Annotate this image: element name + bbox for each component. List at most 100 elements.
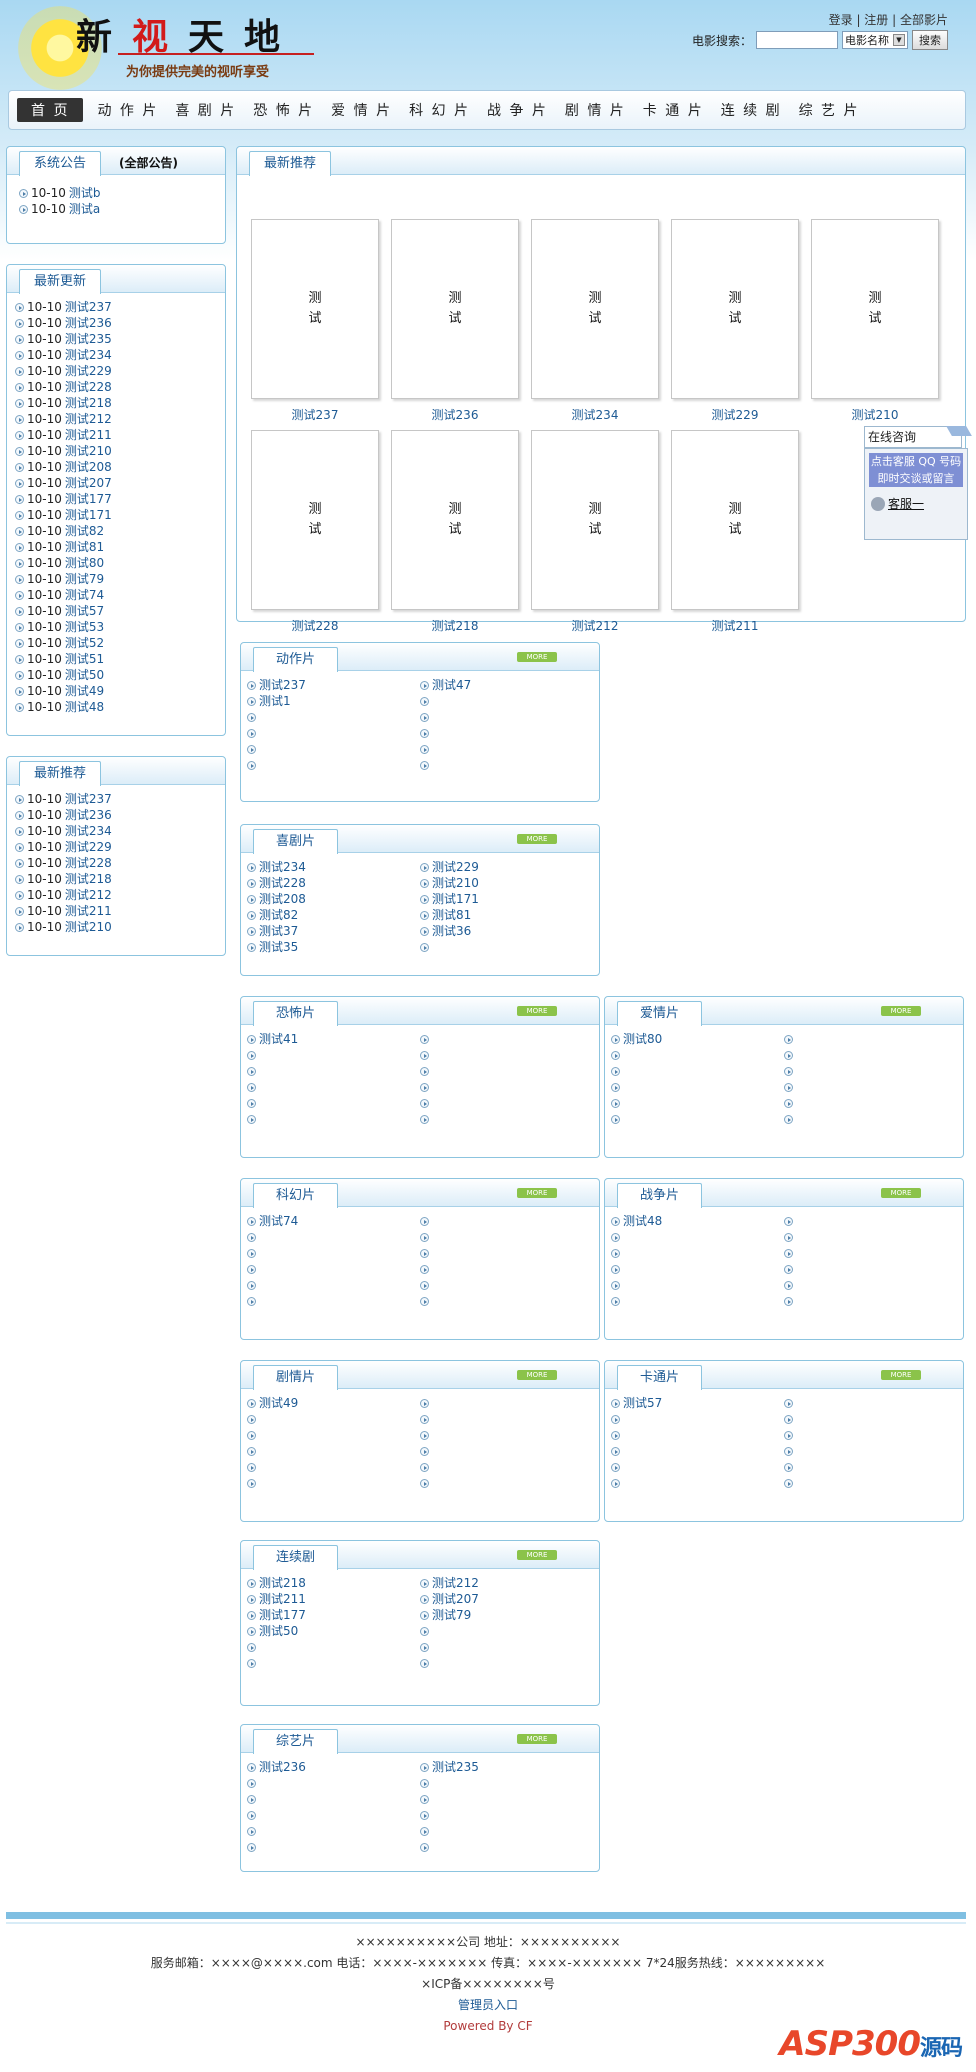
item-link[interactable]: 测试207 [432, 1591, 479, 1607]
more-button[interactable]: MORE [517, 834, 557, 844]
item-link[interactable]: 测试82 [65, 523, 104, 539]
item-link[interactable]: 测试229 [432, 859, 479, 875]
item-link[interactable]: 测试81 [432, 907, 471, 923]
poster-card[interactable]: 测 试 [391, 219, 519, 399]
item-link[interactable]: 测试208 [259, 891, 306, 907]
item-link[interactable]: 测试177 [259, 1607, 306, 1623]
poster-caption[interactable]: 测试237 [251, 406, 379, 423]
item-link[interactable]: 测试48 [65, 699, 104, 715]
item-link[interactable]: 测试228 [65, 379, 112, 395]
site-logo[interactable]: 新 视 天 地 为你提供完美的视听享受 [18, 6, 314, 90]
item-link[interactable]: 测试218 [259, 1575, 306, 1591]
item-link[interactable]: 测试218 [65, 871, 112, 887]
poster-card[interactable]: 测 试 [391, 430, 519, 610]
poster-card[interactable]: 测 试 [671, 219, 799, 399]
nav-home[interactable]: 首 页 [17, 98, 84, 122]
poster-card[interactable]: 测 试 [251, 219, 379, 399]
more-button[interactable]: MORE [517, 1006, 557, 1016]
item-link[interactable]: 测试49 [65, 683, 104, 699]
more-button[interactable]: MORE [881, 1006, 921, 1016]
category-title[interactable]: 剧情片 [253, 1365, 339, 1390]
item-link[interactable]: 测试53 [65, 619, 104, 635]
poster-caption[interactable]: 测试212 [531, 617, 659, 634]
item-link[interactable]: 测试229 [65, 363, 112, 379]
nav-variety[interactable]: 综 艺 片 [799, 100, 860, 120]
search-input[interactable] [756, 31, 838, 49]
item-link[interactable]: 测试210 [65, 443, 112, 459]
item-link[interactable]: 测试47 [432, 677, 471, 693]
consult-agent-link[interactable]: 客服一 [888, 495, 924, 512]
item-link[interactable]: 测试52 [65, 635, 104, 651]
item-link[interactable]: 测试211 [65, 903, 112, 919]
item-link[interactable]: 测试80 [65, 555, 104, 571]
item-link[interactable]: 测试171 [65, 507, 112, 523]
category-title[interactable]: 战争片 [617, 1183, 703, 1208]
all-movies-link[interactable]: 全部影片 [900, 13, 948, 27]
item-link[interactable]: 测试211 [65, 427, 112, 443]
admin-link[interactable]: 管理员入口 [458, 1998, 518, 2012]
item-link[interactable]: 测试210 [65, 919, 112, 935]
poster-caption[interactable]: 测试229 [671, 406, 799, 423]
more-button[interactable]: MORE [517, 652, 557, 662]
nav-series[interactable]: 连 续 剧 [721, 100, 782, 120]
category-title[interactable]: 恐怖片 [253, 1001, 339, 1026]
item-link[interactable]: 测试236 [65, 315, 112, 331]
item-link[interactable]: 测试218 [65, 395, 112, 411]
search-button[interactable]: 搜索 [912, 30, 948, 50]
item-link[interactable]: 测试228 [259, 875, 306, 891]
poster-card[interactable]: 测 试 [531, 430, 659, 610]
item-link[interactable]: 测试37 [259, 923, 298, 939]
item-link[interactable]: 测试82 [259, 907, 298, 923]
poster-card[interactable]: 测 试 [251, 430, 379, 610]
all-notices-link[interactable]: (全部公告) [119, 154, 178, 171]
item-link[interactable]: 测试235 [432, 1759, 479, 1775]
poster-card[interactable]: 测 试 [531, 219, 659, 399]
nav-scifi[interactable]: 科 幻 片 [409, 100, 470, 120]
nav-comedy[interactable]: 喜 剧 片 [175, 100, 236, 120]
more-button[interactable]: MORE [517, 1188, 557, 1198]
item-link[interactable]: 测试177 [65, 491, 112, 507]
nav-war[interactable]: 战 争 片 [487, 100, 548, 120]
item-link[interactable]: 测试236 [259, 1759, 306, 1775]
category-title[interactable]: 动作片 [253, 647, 339, 672]
item-link[interactable]: 测试81 [65, 539, 104, 555]
poster-caption[interactable]: 测试236 [391, 406, 519, 423]
nav-romance[interactable]: 爱 情 片 [331, 100, 392, 120]
nav-horror[interactable]: 恐 怖 片 [253, 100, 314, 120]
nav-action[interactable]: 动 作 片 [97, 100, 158, 120]
item-link[interactable]: 测试79 [65, 571, 104, 587]
nav-drama[interactable]: 剧 情 片 [565, 100, 626, 120]
item-link[interactable]: 测试48 [623, 1213, 662, 1229]
item-link[interactable]: 测试235 [65, 331, 112, 347]
item-link[interactable]: 测试171 [432, 891, 479, 907]
item-link[interactable]: 测试49 [259, 1395, 298, 1411]
item-link[interactable]: 测试50 [65, 667, 104, 683]
poster-caption[interactable]: 测试218 [391, 617, 519, 634]
item-link[interactable]: 测试228 [65, 855, 112, 871]
item-link[interactable]: 测试50 [259, 1623, 298, 1639]
item-link[interactable]: 测试a [69, 201, 100, 217]
poster-caption[interactable]: 测试211 [671, 617, 799, 634]
item-link[interactable]: 测试41 [259, 1031, 298, 1047]
item-link[interactable]: 测试237 [259, 677, 306, 693]
register-link[interactable]: 注册 [864, 13, 888, 27]
item-link[interactable]: 测试212 [65, 411, 112, 427]
nav-cartoon[interactable]: 卡 通 片 [643, 100, 704, 120]
item-link[interactable]: 测试237 [65, 299, 112, 315]
latest-title[interactable]: 最新更新 [19, 269, 102, 294]
item-link[interactable]: 测试36 [432, 923, 471, 939]
side-recommend-title[interactable]: 最新推荐 [19, 761, 102, 786]
item-link[interactable]: 测试234 [65, 823, 112, 839]
category-title[interactable]: 卡通片 [617, 1365, 703, 1390]
poster-card[interactable]: 测 试 [811, 219, 939, 399]
item-link[interactable]: 测试80 [623, 1031, 662, 1047]
featured-title[interactable]: 最新推荐 [249, 151, 332, 176]
more-button[interactable]: MORE [881, 1370, 921, 1380]
item-link[interactable]: 测试51 [65, 651, 104, 667]
item-link[interactable]: 测试234 [259, 859, 306, 875]
notice-title[interactable]: 系统公告 [19, 151, 102, 176]
category-title[interactable]: 爱情片 [617, 1001, 703, 1026]
consult-agent[interactable]: 客服一 [871, 495, 924, 512]
item-link[interactable]: 测试207 [65, 475, 112, 491]
more-button[interactable]: MORE [517, 1550, 557, 1560]
